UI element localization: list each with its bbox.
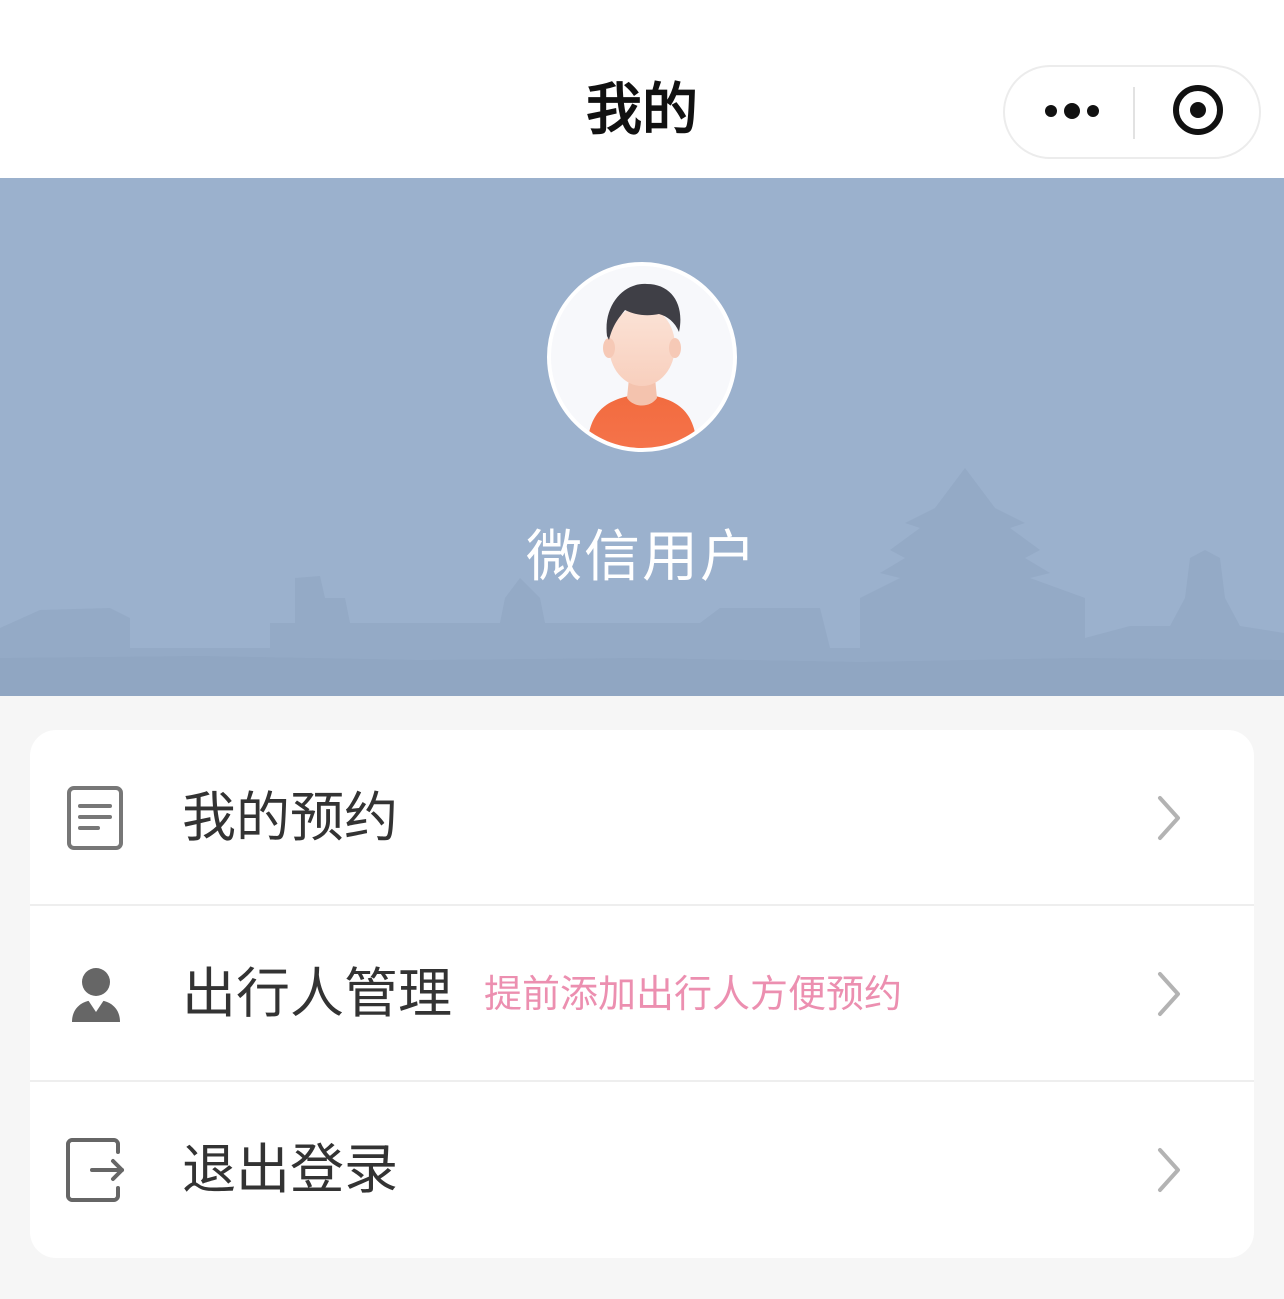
- chevron-right-icon: [1158, 1148, 1180, 1192]
- default-user-avatar-icon: [551, 266, 733, 448]
- more-dot: [1087, 105, 1099, 117]
- user-avatar[interactable]: [547, 262, 737, 452]
- chevron-right-icon: [1158, 972, 1180, 1016]
- menu-item-my-reservations[interactable]: 我的预约: [30, 730, 1254, 906]
- close-core: [1190, 102, 1206, 118]
- menu-item-traveler-management[interactable]: 出行人管理 提前添加出行人方便预约: [30, 906, 1254, 1082]
- mini-program-capsule: [1003, 65, 1261, 159]
- more-dot: [1045, 105, 1057, 117]
- menu-card: 我的预约 出行人管理 提前添加出行人方便预约 退出登录: [30, 730, 1254, 1258]
- person-icon: [72, 968, 120, 1022]
- more-dot: [1064, 103, 1080, 119]
- menu-item-label: 出行人管理: [182, 962, 452, 1025]
- document-icon: [67, 786, 123, 850]
- chevron-right-icon: [1158, 796, 1180, 840]
- top-navbar: 我的: [0, 0, 1284, 178]
- menu-item-hint: 提前添加出行人方便预约: [484, 972, 903, 1016]
- menu-item-label: 退出登录: [182, 1138, 398, 1201]
- target-close-icon[interactable]: [1135, 67, 1259, 157]
- more-dots-icon[interactable]: [1005, 67, 1133, 157]
- menu-item-label: 我的预约: [182, 786, 398, 849]
- logout-icon: [66, 1138, 124, 1202]
- username: 微信用户: [526, 525, 758, 590]
- menu-item-logout[interactable]: 退出登录: [30, 1082, 1254, 1258]
- profile-header: 微信用户: [0, 178, 1284, 696]
